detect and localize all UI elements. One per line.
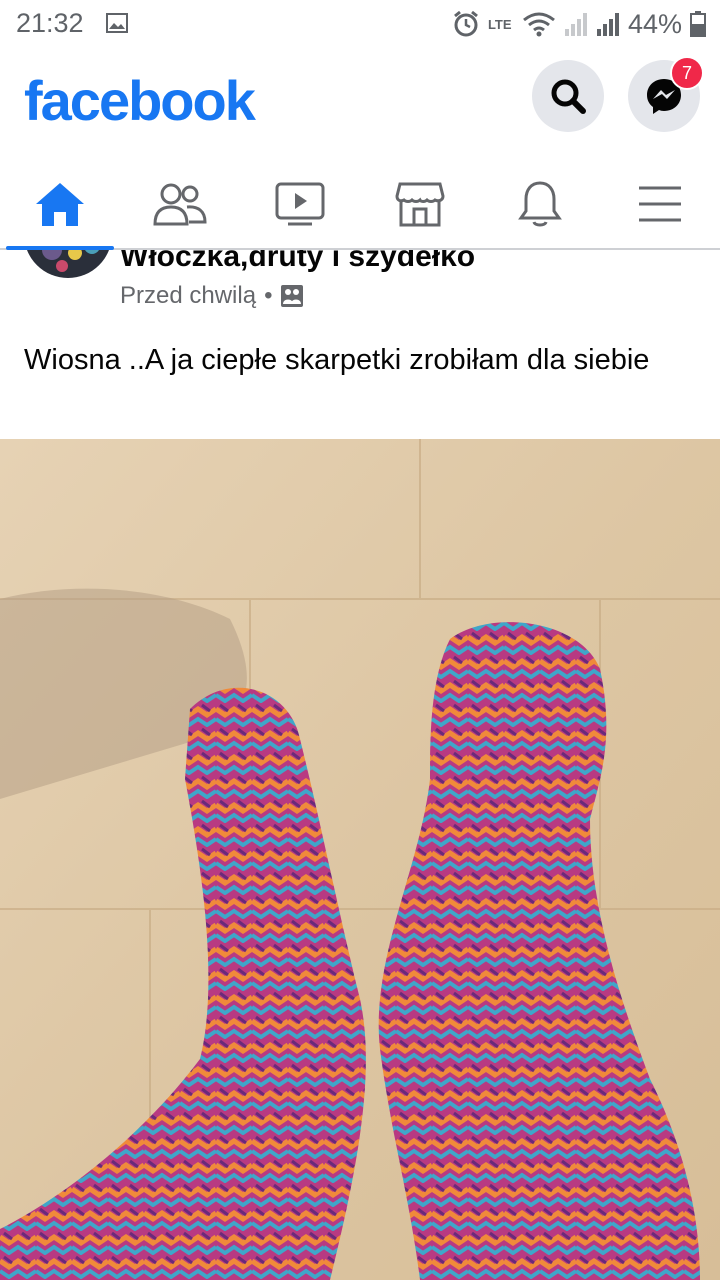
post-text: Wiosna ..A ja ciepłe skarpetki zrobiłam … <box>24 344 650 376</box>
friends-icon <box>153 183 207 226</box>
tab-home[interactable] <box>0 160 120 250</box>
group-icon <box>281 285 304 307</box>
tab-friends[interactable] <box>120 160 240 248</box>
home-icon <box>36 183 84 226</box>
status-icons: LTE 44% <box>452 6 706 42</box>
video-icon <box>275 182 325 226</box>
knitted-socks-photo <box>0 439 720 1280</box>
status-time: 21:32 <box>16 8 84 38</box>
marketplace-icon <box>395 182 445 227</box>
alarm-icon <box>454 10 478 37</box>
facebook-logo[interactable]: facebook <box>24 68 256 133</box>
author-name[interactable]: Włóczka,druty i szydełko <box>120 250 475 274</box>
hamburger-icon <box>639 186 681 222</box>
post-meta: Przed chwilą • <box>120 282 304 310</box>
tab-notifications[interactable] <box>480 160 600 248</box>
tab-marketplace[interactable] <box>360 160 480 248</box>
signal-icon-1 <box>564 13 587 36</box>
signal-icon-2 <box>596 13 619 36</box>
battery-percent: 44% <box>627 8 682 39</box>
lte-label: LTE <box>487 16 512 32</box>
post-header: Włóczka,druty i szydełko <box>0 250 720 320</box>
bell-icon <box>518 181 562 227</box>
post-time[interactable]: Przed chwilą <box>120 282 256 310</box>
meta-separator: • <box>264 282 273 309</box>
battery-icon <box>690 11 706 37</box>
post-photo[interactable] <box>0 439 720 1280</box>
search-icon <box>551 79 586 114</box>
main-nav <box>0 160 720 250</box>
tab-menu[interactable] <box>600 160 720 248</box>
app-header: facebook 7 <box>0 50 720 160</box>
messenger-button[interactable]: 7 <box>628 56 704 132</box>
tab-watch[interactable] <box>240 160 360 248</box>
messenger-badge: 7 <box>670 56 704 90</box>
author-avatar[interactable] <box>24 250 112 278</box>
search-button[interactable] <box>532 60 604 132</box>
wifi-icon <box>523 12 555 37</box>
image-notification-icon <box>106 13 128 33</box>
status-bar: 21:32 LTE 44% <box>0 0 720 50</box>
